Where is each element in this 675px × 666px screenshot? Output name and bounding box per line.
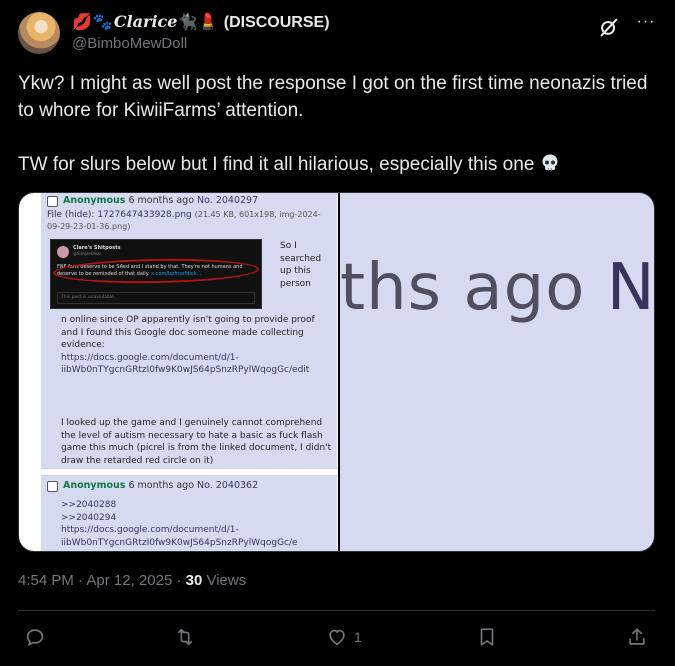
tweet-line-2-text: TW for slurs below but I find it all hil… [18, 154, 535, 175]
quote-link-1: >>2040288 [61, 500, 117, 510]
author-names[interactable]: 💋🐾Clarice🐈‍⬛💄 (DISCOURSE) @BimboMewDoll [72, 12, 330, 52]
meta-separator: · [172, 572, 186, 589]
file-mid: ): [87, 210, 98, 220]
tweet-line-2: TW for slurs below but I find it all hil… [18, 151, 648, 178]
repost-button[interactable] [174, 626, 196, 650]
tweet-meta: 4:54 PM · Apr 12, 2025 · 30 Views [18, 572, 246, 589]
post-link: https://docs.google.com/document/d/1-iib… [61, 525, 298, 548]
tweet-time[interactable]: 4:54 PM [18, 572, 74, 589]
meta-separator: · [73, 572, 87, 589]
post-header: Anonymous 6 months ago No. 2040362 [63, 480, 258, 491]
name-emoji-prefix: 💋🐾 [72, 14, 114, 31]
zoomed-text-blue: N [606, 251, 655, 325]
post-number: No. 2040297 [197, 195, 259, 206]
media-image-2[interactable]: ths ago N [340, 193, 655, 551]
thumb-avatar [57, 246, 69, 258]
views-label: Views [202, 572, 247, 589]
handle[interactable]: @BimboMewDoll [72, 35, 330, 52]
tweet-line-1: Ykw? I might as well post the response I… [18, 73, 648, 121]
post-number: No. 2040362 [197, 480, 259, 491]
like-count: 1 [354, 629, 362, 645]
media-attachments[interactable]: Anonymous 6 months ago No. 2040297 File … [18, 192, 655, 552]
share-icon [626, 626, 648, 648]
name-main: Clarice [113, 12, 178, 31]
repost-icon [174, 626, 196, 648]
tweet-header: 💋🐾Clarice🐈‍⬛💄 (DISCOURSE) @BimboMewDoll … [18, 10, 658, 56]
embedded-screenshot: Clare's Shitposts @SimpleOlive FNF fans … [50, 239, 262, 309]
like-button[interactable]: 1 [326, 626, 362, 650]
file-info: File (hide): 1727647433928.png (21.45 KB… [47, 209, 332, 233]
post-age: 6 months ago [128, 195, 195, 206]
post-age: 6 months ago [128, 480, 195, 491]
tweet-date[interactable]: Apr 12, 2025 [86, 572, 172, 589]
media-image-1[interactable]: Anonymous 6 months ago No. 2040297 File … [19, 193, 338, 551]
more-options-icon[interactable]: ··· [634, 12, 658, 36]
forum-post-2: Anonymous 6 months ago No. 2040362 >>204… [41, 475, 337, 551]
post-body-1-text: n online since OP apparently isn't going… [61, 315, 315, 350]
reply-icon [24, 626, 46, 648]
forum-post-1: Anonymous 6 months ago No. 2040297 File … [41, 193, 337, 469]
quote-link-2: >>2040294 [61, 512, 117, 523]
post-checkbox [47, 481, 58, 492]
post-body-2: I looked up the game and I genuinely can… [61, 418, 332, 466]
red-circle [52, 257, 260, 285]
skull-emoji-icon [540, 153, 560, 173]
post-checkbox [47, 196, 58, 207]
reply-button[interactable] [24, 626, 46, 650]
share-button[interactable] [626, 626, 648, 650]
thumb-footer: This post is unavailable. [57, 292, 255, 304]
zoomed-text-gray: ths ago [340, 251, 607, 325]
name-tag: (DISCOURSE) [223, 14, 330, 31]
divider [18, 610, 655, 611]
zoomed-text: ths ago N [340, 251, 655, 325]
bookmark-button[interactable] [476, 626, 498, 650]
avatar[interactable] [18, 12, 60, 54]
file-name: 1727647433928.png [97, 210, 192, 220]
views-count: 30 [185, 572, 203, 589]
post-link: https://docs.google.com/document/d/1-iib… [61, 352, 310, 376]
grok-icon[interactable] [598, 16, 620, 38]
heart-icon [326, 626, 348, 648]
post-body-1: n online since OP apparently isn't going… [61, 314, 333, 377]
post-side-text: So I searched up this person [280, 241, 322, 289]
bookmark-icon [476, 626, 498, 648]
thumb-handle: @SimpleOlive [73, 251, 101, 256]
poster-name: Anonymous [63, 195, 126, 206]
name-emoji-suffix: 🐈‍⬛💄 [177, 14, 220, 31]
display-name[interactable]: 💋🐾Clarice🐈‍⬛💄 (DISCOURSE) [72, 12, 330, 32]
post-body: >>2040288 >>2040294 https://docs.google.… [61, 499, 333, 549]
file-prefix: File ( [47, 210, 69, 220]
tweet-text: Ykw? I might as well post the response I… [18, 70, 648, 178]
post-header: Anonymous 6 months ago No. 2040297 [63, 195, 258, 206]
action-bar: 1 [18, 620, 655, 656]
file-hide-link: hide [68, 210, 88, 220]
poster-name: Anonymous [63, 480, 126, 491]
